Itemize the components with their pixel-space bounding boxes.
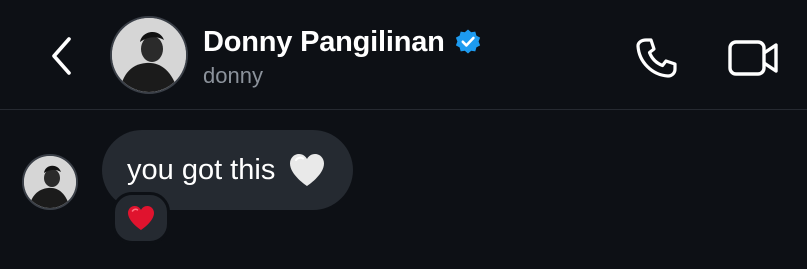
red-heart-icon — [128, 206, 154, 230]
chevron-left-icon — [52, 37, 71, 75]
contact-avatar[interactable] — [110, 16, 188, 94]
voice-call-button[interactable] — [628, 30, 684, 86]
message-text: you got this — [127, 153, 276, 186]
white-heart-icon — [287, 150, 327, 190]
conversation-header: Donny Pangilinan donny — [0, 0, 807, 110]
video-camera-icon — [728, 40, 778, 76]
message-sender-avatar[interactable] — [22, 154, 78, 210]
message-reaction[interactable] — [112, 192, 170, 244]
video-call-button[interactable] — [722, 30, 786, 86]
contact-name[interactable]: Donny Pangilinan — [203, 26, 445, 59]
avatar-photo — [112, 18, 186, 92]
phone-icon — [636, 38, 677, 78]
avatar-photo — [24, 156, 76, 208]
verified-badge-icon — [453, 27, 483, 57]
back-button[interactable] — [40, 30, 84, 82]
contact-handle: donny — [203, 63, 263, 88]
